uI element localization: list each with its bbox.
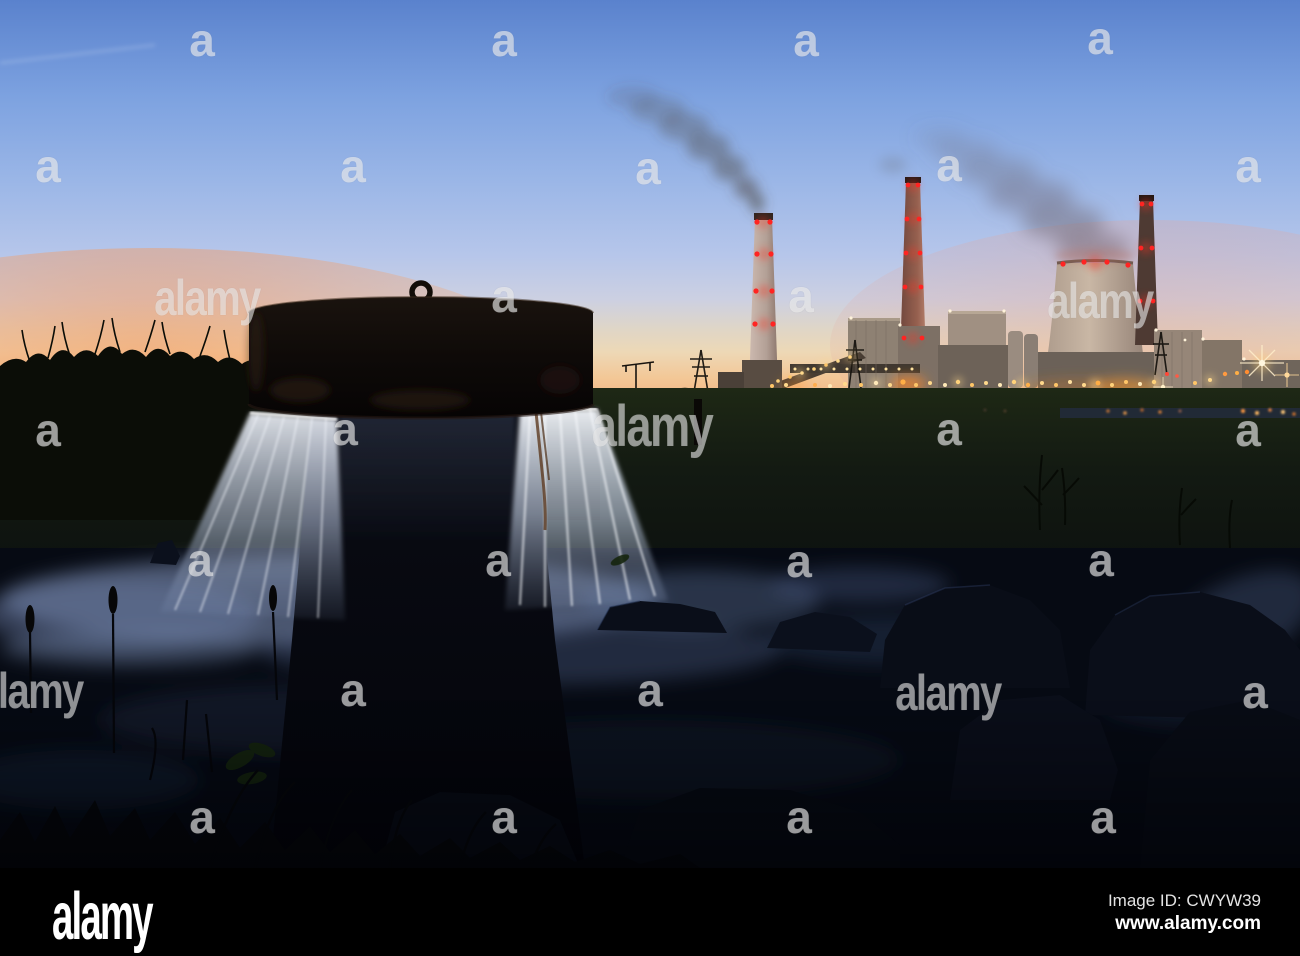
bottom-vignette — [0, 700, 1300, 868]
cattail-head — [25, 605, 35, 633]
center-dim-sheet — [340, 414, 515, 545]
scene-illustration — [0, 0, 1300, 868]
photo-dusk-power-station: a a a a a a a a a a a a a a a a a a a a … — [0, 0, 1300, 868]
alamy-url[interactable]: www.alamy.com — [1108, 911, 1261, 937]
fence-post — [694, 399, 702, 445]
pipe-gallery — [790, 364, 920, 373]
well-cap — [247, 280, 595, 420]
image-meta: Image ID: CWYW39 www.alamy.com — [1108, 890, 1261, 937]
footer-bar: alamy Image ID: CWYW39 www.alamy.com — [0, 868, 1300, 956]
cattail-head — [269, 585, 277, 611]
steam-wisp-chimney2 — [879, 157, 907, 173]
cattail-head — [108, 586, 118, 614]
alamy-logo[interactable]: alamy — [52, 883, 154, 951]
stock-photo-page: a a a a a a a a a a a a a a a a a a a a … — [0, 0, 1300, 956]
image-id-label: Image ID: CWYW39 — [1107, 891, 1261, 910]
